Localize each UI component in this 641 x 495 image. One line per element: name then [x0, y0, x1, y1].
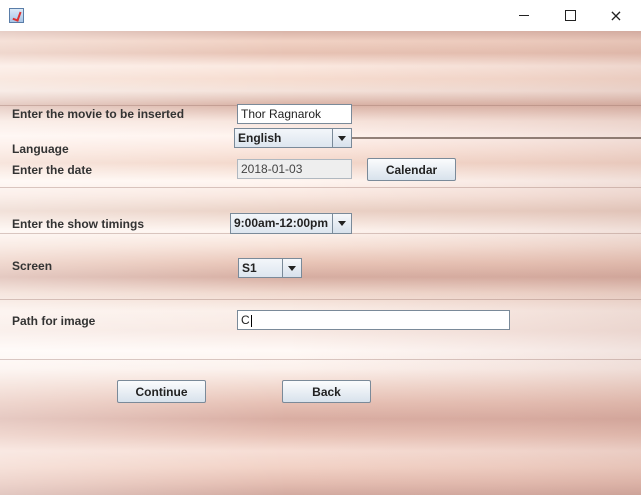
maximize-icon	[564, 10, 576, 21]
continue-button[interactable]: Continue	[117, 380, 206, 403]
minimize-button[interactable]	[501, 0, 547, 31]
background-streak	[350, 137, 641, 139]
text-caret	[250, 314, 252, 327]
date-field: 2018-01-03	[237, 159, 352, 179]
back-button[interactable]: Back	[282, 380, 371, 403]
image-path-value: C	[241, 313, 250, 327]
chevron-down-icon[interactable]	[332, 214, 351, 233]
calendar-button[interactable]: Calendar	[367, 158, 456, 181]
minimize-icon	[519, 15, 529, 16]
close-icon: ×	[609, 5, 623, 25]
chevron-down-icon[interactable]	[332, 129, 351, 147]
image-path-label: Path for image	[12, 314, 96, 328]
screen-selected: S1	[242, 261, 257, 275]
title-bar: ×	[0, 0, 641, 31]
screen-label: Screen	[12, 259, 53, 273]
image-path-input[interactable]: C	[237, 310, 510, 330]
show-timings-selected: 9:00am-12:00pm	[234, 216, 329, 230]
maximize-button[interactable]	[547, 0, 593, 31]
show-timings-select[interactable]: 9:00am-12:00pm	[230, 213, 352, 234]
background-streak	[0, 187, 641, 188]
movie-input[interactable]: Thor Ragnarok	[237, 104, 352, 124]
chevron-down-icon[interactable]	[282, 259, 301, 277]
close-button[interactable]: ×	[593, 0, 639, 31]
show-timings-label: Enter the show timings	[12, 217, 145, 231]
language-select[interactable]: English	[234, 128, 352, 148]
app-window: × Enter the movie to be inserted Thor Ra…	[0, 0, 641, 495]
date-label: Enter the date	[12, 163, 93, 177]
form-panel: Enter the movie to be inserted Thor Ragn…	[0, 31, 641, 495]
language-selected: English	[238, 131, 282, 145]
movie-label: Enter the movie to be inserted	[12, 107, 185, 121]
background-streak	[0, 359, 641, 360]
java-app-icon	[9, 8, 24, 23]
screen-select[interactable]: S1	[238, 258, 302, 278]
language-label: Language	[12, 142, 69, 156]
background-streak	[0, 299, 641, 300]
